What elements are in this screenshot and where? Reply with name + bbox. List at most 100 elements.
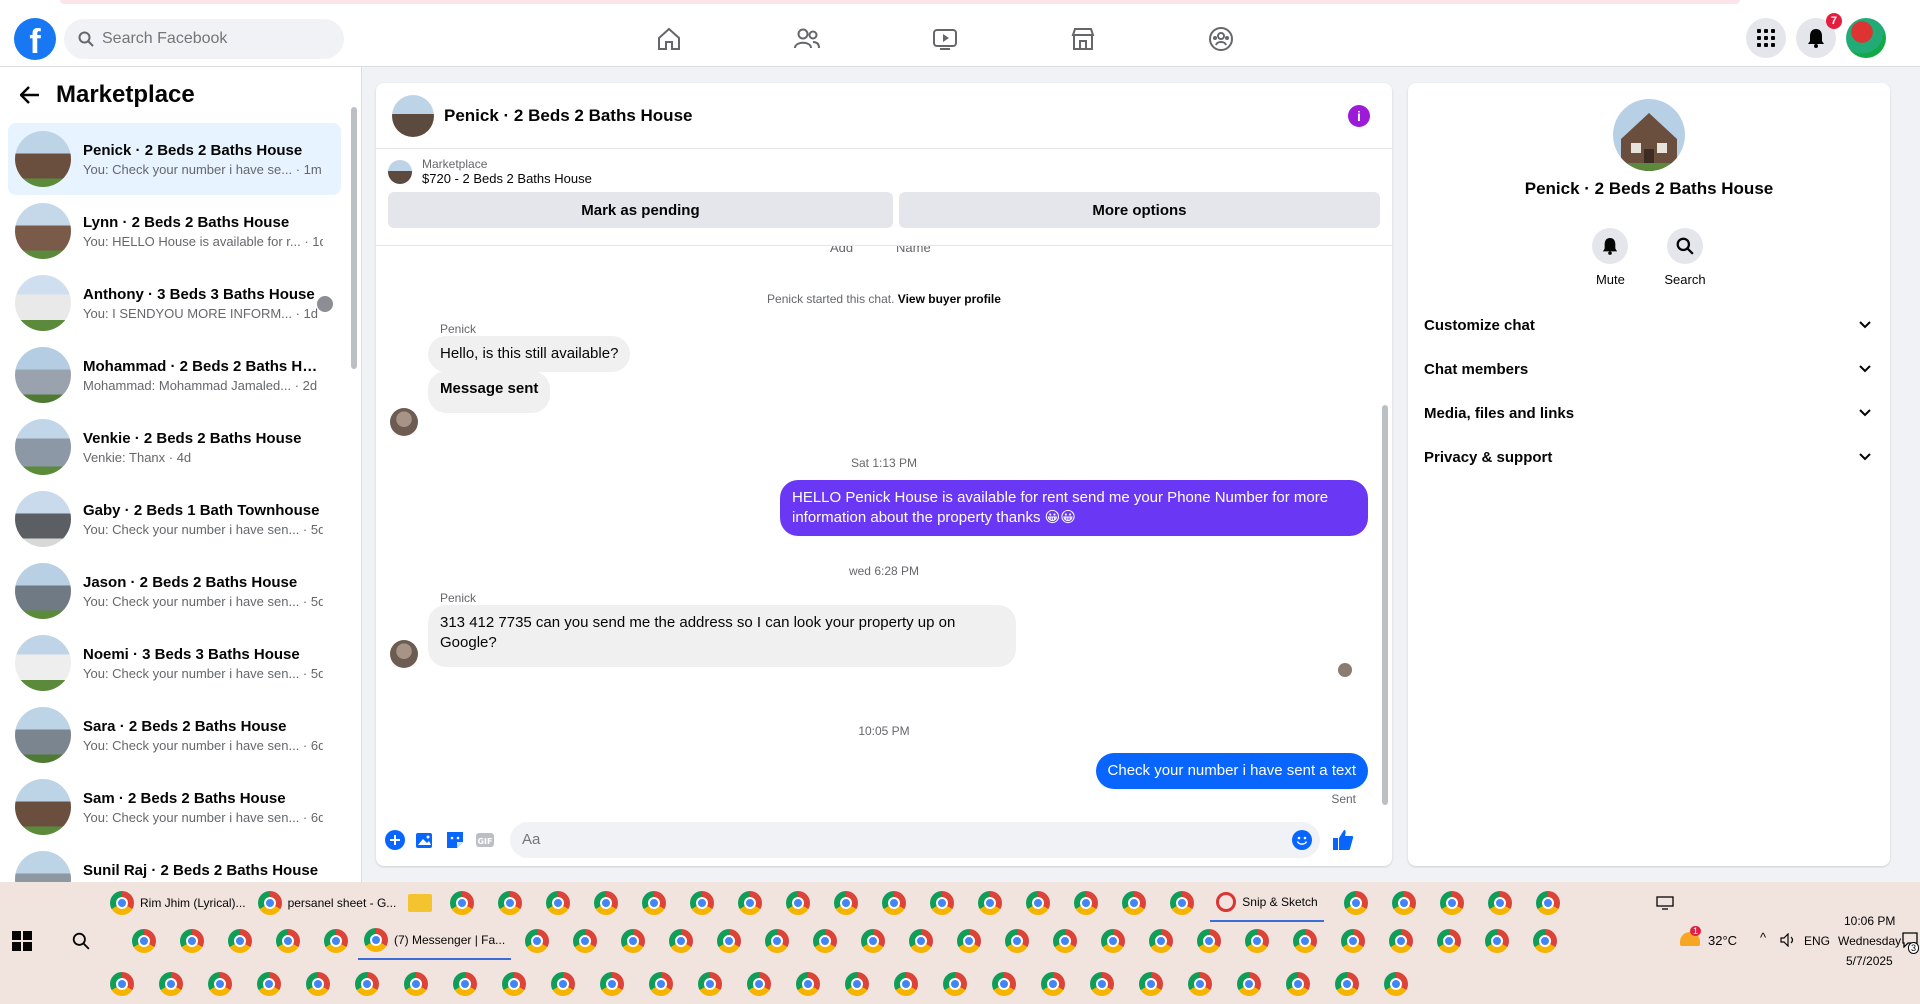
chrome-window-icon[interactable] xyxy=(717,929,742,953)
chrome-window-icon[interactable] xyxy=(1005,929,1030,953)
chrome-window-icon[interactable] xyxy=(1041,972,1065,996)
conversation-item[interactable]: Noemi · 3 Beds 3 Baths House You: Check y… xyxy=(8,627,341,699)
chrome-window-icon[interactable] xyxy=(551,972,575,996)
chrome-window-icon[interactable] xyxy=(690,891,715,915)
chrome-window-icon[interactable] xyxy=(1389,929,1414,953)
taskbar-app-persanel-sheet[interactable]: persanel sheet - G... xyxy=(252,884,403,922)
taskbar-app-rim-jhim[interactable]: Rim Jhim (Lyrical)... xyxy=(104,884,252,922)
chrome-window-icon[interactable] xyxy=(1341,929,1366,953)
notifications-button[interactable]: 7 xyxy=(1796,13,1842,58)
chrome-window-icon[interactable] xyxy=(992,972,1016,996)
like-button[interactable] xyxy=(1332,829,1354,851)
mute-button[interactable]: Mute xyxy=(1592,228,1629,287)
listing-thumbnail[interactable] xyxy=(388,159,412,184)
chrome-window-icon[interactable] xyxy=(208,972,232,996)
chrome-window-icon[interactable] xyxy=(698,972,722,996)
chrome-window-icon[interactable] xyxy=(930,891,955,915)
more-options-button[interactable]: More options xyxy=(898,192,1380,228)
chrome-window-icon[interactable] xyxy=(1245,929,1270,953)
mark-pending-button[interactable]: Mark as pending xyxy=(388,192,893,228)
chrome-window-icon[interactable] xyxy=(257,972,281,996)
chrome-window-icon[interactable] xyxy=(1101,929,1126,953)
back-arrow-icon[interactable] xyxy=(20,86,40,104)
chrome-window-icon[interactable] xyxy=(355,972,379,996)
friends-nav[interactable] xyxy=(738,14,876,64)
account-avatar[interactable] xyxy=(1846,18,1886,58)
language-indicator[interactable]: ENG xyxy=(1804,934,1830,948)
search-input[interactable] xyxy=(102,30,302,48)
chrome-window-icon[interactable] xyxy=(978,891,1003,915)
chrome-window-icon[interactable] xyxy=(669,929,694,953)
conversation-item[interactable]: Penick · 2 Beds 2 Baths House You: Check … xyxy=(8,123,341,195)
chrome-window-icon[interactable] xyxy=(1053,929,1078,953)
chrome-window-icon[interactable] xyxy=(573,929,598,953)
display-icon[interactable] xyxy=(1656,896,1674,910)
chrome-window-icon[interactable] xyxy=(894,972,918,996)
chrome-window-icon[interactable] xyxy=(649,972,673,996)
sidebar-scrollbar[interactable] xyxy=(351,107,357,369)
chrome-window-icon[interactable] xyxy=(450,891,475,915)
chrome-window-icon[interactable] xyxy=(1286,972,1310,996)
clock-day[interactable]: Wednesday xyxy=(1838,934,1901,948)
info-icon[interactable]: i xyxy=(1348,105,1370,127)
chrome-window-icon[interactable] xyxy=(525,929,550,953)
taskbar-app-snip-sketch[interactable]: Snip & Sketch xyxy=(1210,884,1324,922)
chrome-window-icon[interactable] xyxy=(909,929,934,953)
conversation-item[interactable]: Gaby · 2 Beds 1 Bath Townhouse You: Check… xyxy=(8,483,341,555)
chrome-window-icon[interactable] xyxy=(502,972,526,996)
chrome-window-icon[interactable] xyxy=(813,929,838,953)
details-avatar[interactable] xyxy=(1613,99,1685,171)
chrome-window-icon[interactable] xyxy=(276,929,300,953)
incoming-message[interactable]: Hello, is this still available? xyxy=(428,336,631,372)
chrome-window-icon[interactable] xyxy=(546,891,571,915)
outgoing-message[interactable]: HELLO Penick House is available for rent… xyxy=(780,480,1368,536)
outgoing-message[interactable]: Check your number i have sent a text xyxy=(1095,753,1368,789)
marketplace-nav[interactable] xyxy=(1014,14,1152,64)
groups-nav[interactable] xyxy=(1152,14,1290,64)
chrome-window-icon[interactable] xyxy=(404,972,428,996)
listing-price[interactable]: $720 - 2 Beds 2 Baths House xyxy=(422,171,592,186)
chat-scrollbar[interactable] xyxy=(1382,405,1388,805)
chrome-window-icon[interactable] xyxy=(1237,972,1261,996)
chat-members-section[interactable]: Chat members xyxy=(1424,347,1878,391)
clock-date[interactable]: 5/7/2025 xyxy=(1846,954,1893,968)
message-input[interactable] xyxy=(510,821,1320,858)
conversation-item[interactable]: Sara · 2 Beds 2 Baths House You: Check yo… xyxy=(8,699,341,771)
chrome-window-icon[interactable] xyxy=(1074,891,1099,915)
conversation-item[interactable]: Sam · 2 Beds 2 Baths House You: Check you… xyxy=(8,771,341,843)
chrome-window-icon[interactable] xyxy=(1139,972,1163,996)
sticker-button[interactable] xyxy=(444,829,466,851)
chrome-window-icon[interactable] xyxy=(1090,972,1114,996)
speaker-icon[interactable] xyxy=(1780,933,1796,947)
sender-avatar[interactable] xyxy=(390,408,418,436)
taskbar-file-explorer[interactable] xyxy=(402,884,438,922)
incoming-message[interactable]: 313 412 7735 can you send me the address… xyxy=(428,605,1016,667)
facebook-logo-icon[interactable]: f xyxy=(14,18,56,60)
chrome-window-icon[interactable] xyxy=(1122,891,1147,915)
photo-button[interactable] xyxy=(414,829,436,851)
chrome-window-icon[interactable] xyxy=(1170,891,1195,915)
menu-button[interactable] xyxy=(1746,18,1786,58)
chrome-window-icon[interactable] xyxy=(159,972,183,996)
chrome-window-icon[interactable] xyxy=(845,972,869,996)
chrome-window-icon[interactable] xyxy=(1188,972,1212,996)
chrome-window-icon[interactable] xyxy=(1293,929,1318,953)
chrome-window-icon[interactable] xyxy=(1485,929,1510,953)
video-nav[interactable] xyxy=(876,14,1014,64)
chrome-window-icon[interactable] xyxy=(498,891,523,915)
chrome-window-icon[interactable] xyxy=(1335,972,1359,996)
chrome-window-icon[interactable] xyxy=(738,891,763,915)
taskbar-search-icon[interactable] xyxy=(72,932,90,950)
chrome-window-icon[interactable] xyxy=(324,929,348,953)
chrome-window-icon[interactable] xyxy=(882,891,907,915)
taskbar-app-messenger[interactable]: (7) Messenger | Fa... xyxy=(358,922,512,960)
sender-avatar[interactable] xyxy=(390,640,418,668)
chrome-window-icon[interactable] xyxy=(1026,891,1051,915)
chrome-window-icon[interactable] xyxy=(132,929,156,953)
chrome-window-icon[interactable] xyxy=(834,891,859,915)
chrome-window-icon[interactable] xyxy=(796,972,820,996)
chat-title[interactable]: Penick · 2 Beds 2 Baths House xyxy=(444,106,692,126)
conversation-item[interactable]: Lynn · 2 Beds 2 Baths House You: HELLO Ho… xyxy=(8,195,341,267)
conversation-item[interactable]: Sunil Raj · 2 Beds 2 Baths HouseYou: Che… xyxy=(8,843,341,882)
chrome-window-icon[interactable] xyxy=(600,972,624,996)
